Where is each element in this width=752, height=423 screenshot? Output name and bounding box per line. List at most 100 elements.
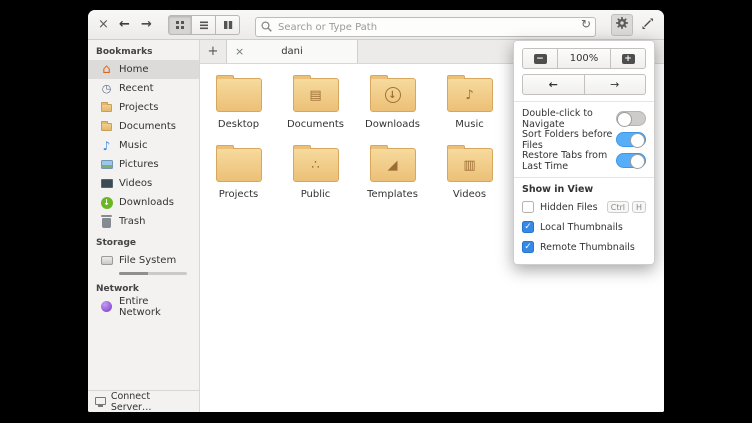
double-click-toggle[interactable]	[616, 111, 646, 127]
settings-popover: − 100% + ← → Double-click to Navigate So…	[513, 40, 655, 265]
setting-sort-folders: Sort Folders before Files	[522, 128, 646, 151]
film-icon	[100, 179, 113, 188]
folder-downloads[interactable]: ↓ Downloads	[354, 75, 431, 130]
zoom-controls: − 100% +	[522, 48, 646, 69]
grid-view-icon	[175, 15, 185, 34]
new-tab-button[interactable]: +	[200, 40, 226, 63]
remote-thumbnails-checkbox[interactable]: ✓	[522, 241, 534, 253]
switch-label: Sort Folders before Files	[522, 128, 613, 151]
checkbox-label: Hidden Files	[540, 201, 598, 213]
search-input[interactable]	[255, 17, 596, 37]
zoom-in-button[interactable]: +	[610, 48, 646, 69]
hidden-files-checkbox[interactable]	[522, 201, 534, 213]
shortcut-keys: Ctrl H	[606, 201, 646, 213]
setting-remote-thumbnails: ✓ Remote Thumbnails	[522, 237, 646, 257]
sidebar-item-label: Projects	[119, 102, 159, 113]
sort-folders-toggle[interactable]	[616, 132, 646, 148]
file-label: Downloads	[365, 119, 420, 130]
sidebar-item-entire-network[interactable]: Entire Network	[88, 295, 199, 318]
drive-icon	[100, 256, 113, 265]
checkbox-label: Remote Thumbnails	[540, 241, 635, 253]
key-badge: H	[631, 201, 646, 213]
sidebar-item-documents[interactable]: Documents	[88, 117, 199, 136]
tab-close-icon[interactable]: ×	[235, 45, 244, 58]
sidebar-item-label: File System	[119, 255, 177, 266]
folder-projects[interactable]: Projects	[200, 145, 277, 200]
gear-icon	[615, 15, 629, 34]
sidebar-item-label: Recent	[119, 83, 154, 94]
folder-icon	[215, 145, 262, 182]
refresh-icon[interactable]: ↻	[581, 17, 591, 31]
folder-documents[interactable]: ▤ Documents	[277, 75, 354, 130]
tab-label: dani	[281, 46, 303, 57]
sidebar-item-label: Documents	[119, 121, 177, 132]
connect-server-button[interactable]: Connect Server…	[88, 390, 199, 412]
folder-icon: ↓	[369, 75, 416, 112]
sidebar-section-storage: Storage	[96, 238, 137, 248]
list-view-button[interactable]	[192, 14, 216, 35]
setting-double-click: Double-click to Navigate	[522, 107, 646, 130]
folder-public[interactable]: ∴ Public	[277, 145, 354, 200]
sidebar-item-label: Downloads	[119, 197, 174, 208]
sidebar-item-recent[interactable]: ◷ Recent	[88, 79, 199, 98]
photo-icon	[100, 160, 113, 169]
switch-label: Double-click to Navigate	[522, 107, 593, 130]
folder-icon	[100, 101, 113, 112]
folder-desktop[interactable]: Desktop	[200, 75, 277, 130]
redo-forward-button[interactable]: →	[584, 74, 646, 95]
back-button[interactable]: ←	[116, 17, 133, 32]
forward-button[interactable]: →	[138, 17, 155, 32]
local-thumbnails-checkbox[interactable]: ✓	[522, 221, 534, 233]
window-close-button[interactable]: ×	[96, 17, 111, 32]
folder-icon: ◢	[369, 145, 416, 182]
sidebar-section-network: Network	[96, 284, 139, 294]
zoom-level-button[interactable]: 100%	[558, 48, 610, 69]
sidebar-item-music[interactable]: ♪ Music	[88, 136, 199, 155]
folder-icon	[215, 75, 262, 112]
sidebar-item-projects[interactable]: Projects	[88, 98, 199, 117]
folder-videos[interactable]: ▥ Videos	[431, 145, 508, 200]
grid-view-button[interactable]	[168, 14, 192, 35]
key-badge: Ctrl	[606, 201, 629, 213]
checkbox-label: Local Thumbnails	[540, 221, 623, 233]
setting-hidden-files: Hidden Files Ctrl H	[522, 197, 646, 217]
sidebar-item-videos[interactable]: Videos	[88, 174, 199, 193]
sidebar-item-file-system[interactable]: File System	[88, 251, 199, 270]
zoom-out-button[interactable]: −	[522, 48, 558, 69]
switch-label: Restore Tabs from Last Time	[522, 149, 608, 172]
fullscreen-button[interactable]	[638, 14, 656, 36]
server-icon	[95, 396, 106, 407]
restore-tabs-toggle[interactable]	[616, 153, 646, 169]
sidebar-item-label: Videos	[119, 178, 153, 189]
folder-icon: ∴	[292, 145, 339, 182]
headerbar: × ← → ↻	[88, 10, 664, 40]
home-icon: ⌂	[102, 62, 111, 77]
file-label: Music	[455, 119, 484, 130]
undo-back-button[interactable]: ←	[522, 74, 585, 95]
column-view-button[interactable]	[216, 14, 240, 35]
folder-music[interactable]: ♪ Music	[431, 75, 508, 130]
sidebar-item-home[interactable]: ⌂ Home	[88, 60, 199, 79]
music-note-icon: ♪	[102, 138, 111, 153]
folder-templates[interactable]: ◢ Templates	[354, 145, 431, 200]
connect-server-label: Connect Server…	[110, 390, 152, 413]
settings-menu-button[interactable]	[611, 13, 633, 36]
storage-usage-bar	[119, 272, 187, 275]
zoom-in-icon: +	[621, 53, 635, 64]
tab-dani[interactable]: × dani	[226, 40, 358, 63]
clock-icon: ◷	[101, 82, 112, 95]
list-view-icon	[199, 15, 209, 34]
sidebar-item-pictures[interactable]: Pictures	[88, 155, 199, 174]
sidebar-item-label: Entire Network	[119, 295, 161, 318]
file-manager-window: × ← → ↻	[88, 10, 664, 412]
folder-icon: ▥	[446, 145, 493, 182]
setting-restore-tabs: Restore Tabs from Last Time	[522, 149, 646, 172]
zoom-out-icon: −	[533, 53, 547, 64]
file-label: Videos	[452, 189, 487, 200]
sidebar-item-downloads[interactable]: ↓ Downloads	[88, 193, 199, 212]
sidebar-item-trash[interactable]: Trash	[88, 212, 199, 231]
sidebar-item-label: Home	[119, 64, 149, 75]
file-label: Templates	[367, 189, 418, 200]
folder-icon: ▤	[292, 75, 339, 112]
sidebar-item-label: Pictures	[119, 159, 159, 170]
